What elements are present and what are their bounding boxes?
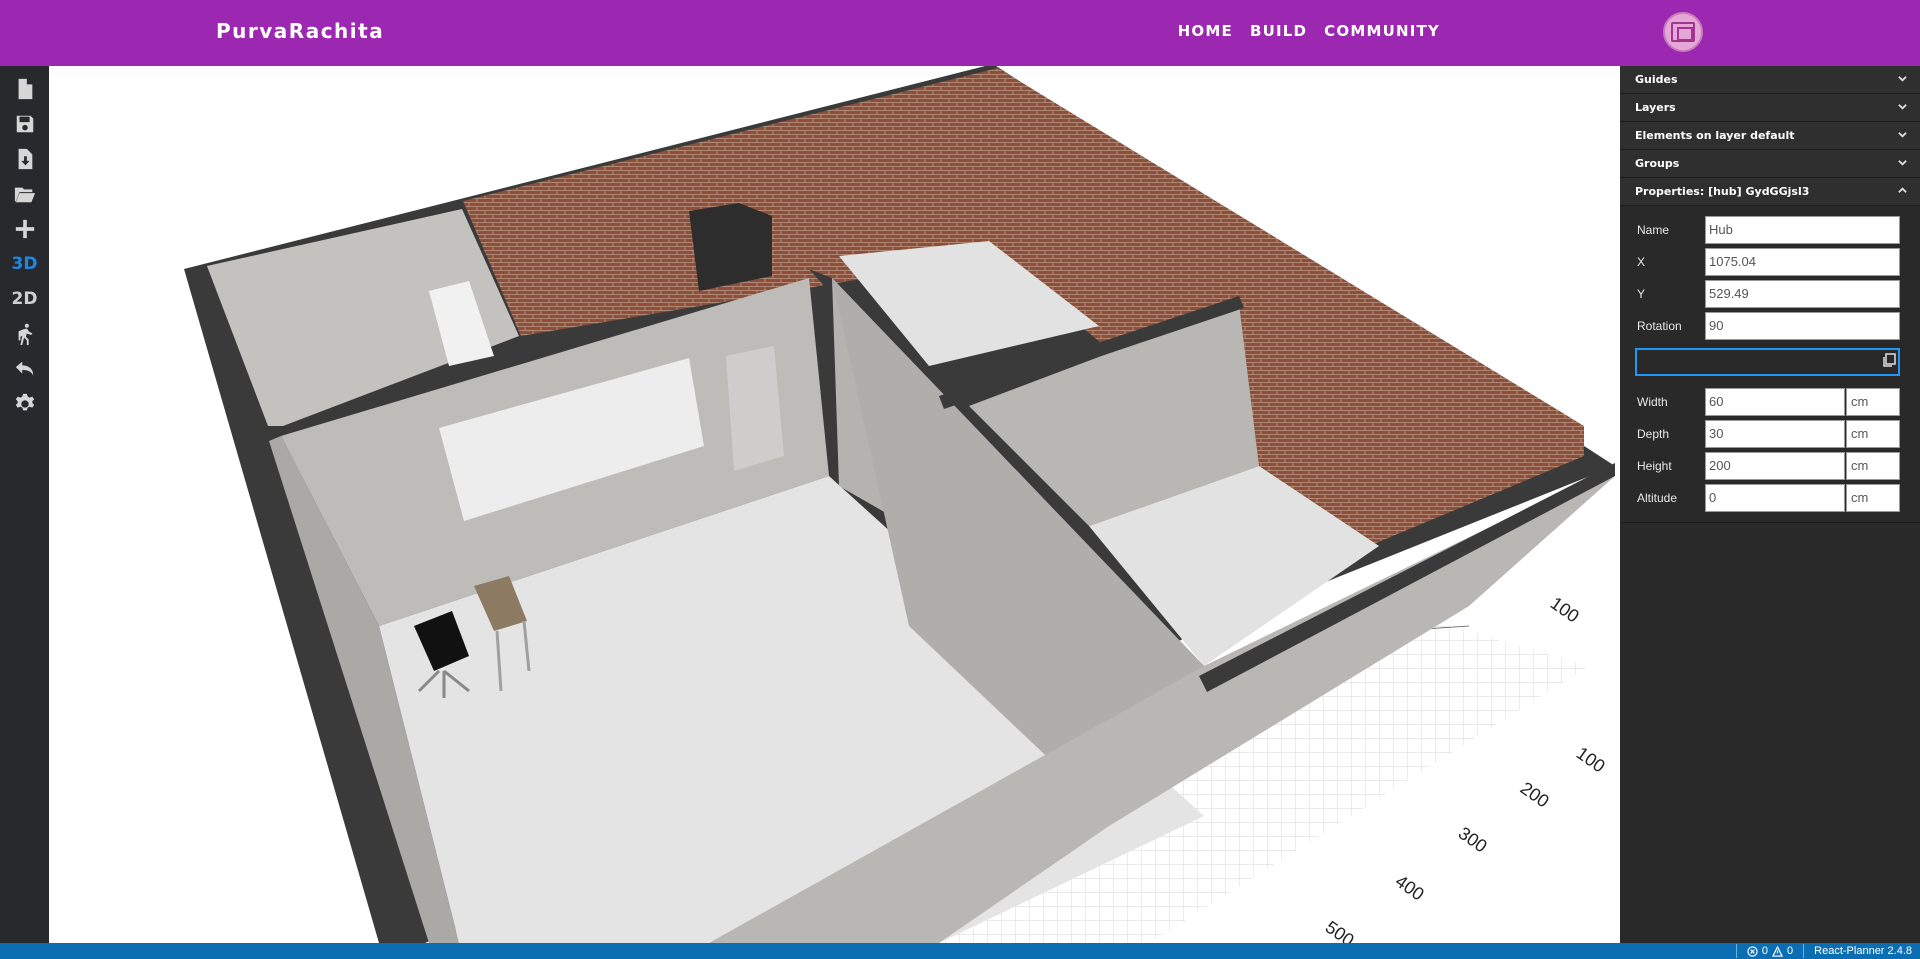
undo-button[interactable] [0,354,49,384]
nav-build-link[interactable]: BUILD [1250,22,1307,40]
chevron-down-icon [1898,73,1907,82]
section-layers[interactable]: Layers [1620,94,1920,122]
chevron-up-icon [1898,185,1907,193]
3d-viewport[interactable]: 100 100 200 300 400 500 [49,66,1620,943]
avatar-image-icon [1671,22,1695,42]
altitude-input[interactable]: 0 [1705,484,1845,512]
prop-row-width: Width 60 cm [1635,386,1905,418]
error-count[interactable]: 0 0 [1747,945,1793,957]
nav-links: HOME BUILD COMMUNITY [1178,22,1440,40]
width-unit-select[interactable]: cm [1846,388,1900,416]
section-title: Guides [1635,73,1678,86]
prop-label: Rotation [1637,319,1682,333]
right-panel: Guides Layers Elements on layer default … [1620,66,1920,943]
walk-icon [18,323,32,345]
height-unit-select[interactable]: cm [1846,452,1900,480]
section-title: Elements on layer default [1635,129,1795,142]
error-icon [1747,945,1758,957]
prop-label: Width [1637,395,1668,409]
door [726,346,784,471]
prop-row-depth: Depth 30 cm [1635,418,1905,450]
height-input[interactable]: 200 [1705,452,1845,480]
status-right: 0 0 React-Planner 2.4.8 [1735,944,1912,958]
status-bar: 0 0 React-Planner 2.4.8 [0,943,1920,959]
nav-community-link[interactable]: COMMUNITY [1324,22,1440,40]
save-icon [16,115,33,133]
section-guides[interactable]: Guides [1620,66,1920,94]
prop-label: Height [1637,459,1672,473]
copy-icon[interactable] [1881,352,1897,368]
prop-label: Y [1637,287,1646,301]
ruler-label-500: 500 [1322,917,1358,943]
plus-icon [15,219,34,239]
y-input[interactable]: 529.49 [1705,280,1900,308]
left-toolbar: 3D 2D [0,66,49,943]
undo-icon [15,361,33,376]
new-project-button[interactable] [0,74,49,104]
divider [1803,944,1805,958]
prop-label: Altitude [1637,491,1678,505]
rotation-input[interactable]: 90 [1705,312,1900,340]
prop-row-height: Height 200 cm [1635,450,1905,482]
prop-row-y: Y 529.49 [1635,278,1905,310]
depth-input[interactable]: 30 [1705,420,1845,448]
section-properties[interactable]: Properties: [hub] GydGGjsl3 [1620,178,1920,206]
ruler-label-100: 100 [1573,743,1609,777]
open-folder-icon [14,187,35,203]
prop-row-rotation: Rotation 90 [1635,310,1905,342]
new-file-icon [18,78,32,100]
depth-unit-select[interactable]: cm [1846,420,1900,448]
x-input[interactable]: 1075.04 [1705,248,1900,276]
save-as-button[interactable] [0,144,49,174]
view-3d-button[interactable]: 3D [0,249,49,279]
properties-form: Name Hub X 1075.04 Y 529.49 Rotation 90 … [1620,206,1920,523]
3d-scene[interactable]: 100 100 200 300 400 500 [49,66,1620,943]
chevron-down-icon [1898,101,1907,110]
chevron-down-icon [1898,129,1907,138]
prop-label: Name [1637,223,1670,237]
add-element-button[interactable] [0,214,49,244]
ruler-label-300: 300 [1455,823,1491,857]
wardrobe [689,203,772,291]
walk-mode-button[interactable] [0,319,49,349]
section-elements[interactable]: Elements on layer default [1620,122,1920,150]
settings-icon [15,393,34,411]
settings-button[interactable] [0,389,49,419]
version-label: React-Planner 2.4.8 [1814,945,1912,957]
prop-label: Depth [1637,427,1670,441]
view-2d-button[interactable]: 2D [0,284,49,314]
nav-home-link[interactable]: HOME [1178,22,1233,40]
section-title: Groups [1635,157,1680,170]
save-project-button[interactable] [0,109,49,139]
divider [1735,944,1737,958]
section-title: Properties: [hub] GydGGjsl3 [1635,185,1810,198]
ruler-label-200: 200 [1517,778,1553,812]
prop-label: X [1637,255,1646,269]
error-count-value: 0 [1761,945,1769,957]
chevron-down-icon [1898,157,1907,166]
user-avatar[interactable] [1663,12,1703,52]
name-input[interactable]: Hub [1705,216,1900,244]
brand-logo[interactable]: PurvaRachita [216,19,384,43]
warning-icon [1772,945,1784,957]
texture-field[interactable] [1635,346,1905,378]
section-groups[interactable]: Groups [1620,150,1920,178]
prop-row-name: Name Hub [1635,214,1905,246]
width-input[interactable]: 60 [1705,388,1845,416]
warning-count-value: 0 [1787,945,1794,957]
prop-row-x: X 1075.04 [1635,246,1905,278]
altitude-unit-select[interactable]: cm [1846,484,1900,512]
ruler-label-top: 100 [1547,593,1583,627]
texture-input[interactable] [1635,348,1900,376]
open-project-button[interactable] [0,179,49,209]
top-navbar: PurvaRachita HOME BUILD COMMUNITY [0,0,1920,66]
prop-row-altitude: Altitude 0 cm [1635,482,1905,514]
save-as-icon [18,148,32,170]
ruler-label-400: 400 [1392,871,1428,905]
section-title: Layers [1635,101,1676,114]
